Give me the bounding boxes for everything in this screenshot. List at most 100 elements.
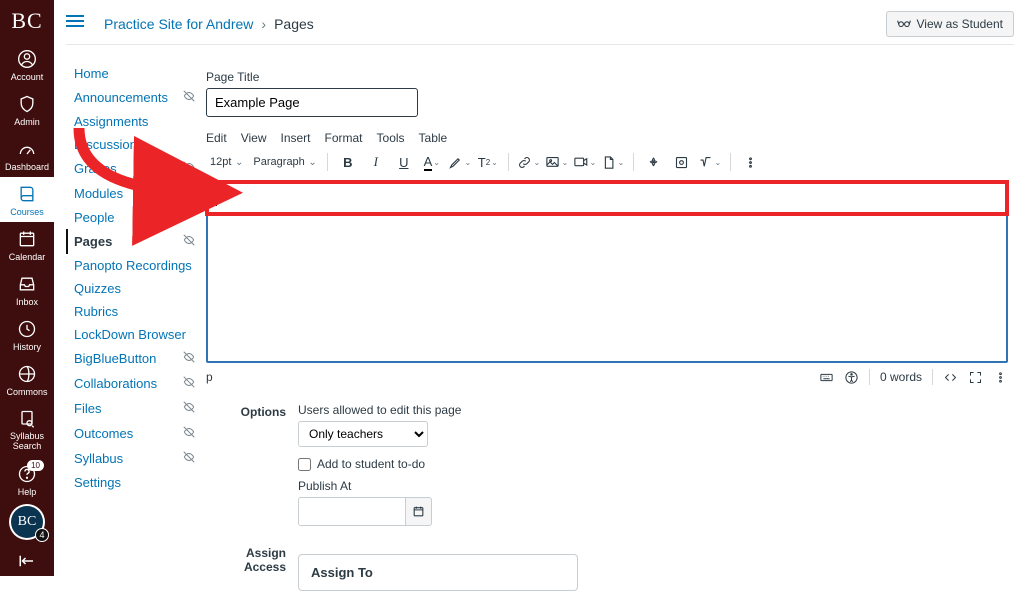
menu-view[interactable]: View: [241, 131, 267, 145]
gauge-icon: [16, 138, 38, 160]
gnav-item-calendar[interactable]: Calendar: [0, 222, 54, 267]
gnav-label: Commons: [6, 387, 47, 397]
collapse-nav-button[interactable]: [0, 554, 54, 568]
media-button[interactable]: [573, 151, 597, 173]
assign-access-card: Assign To: [298, 554, 578, 591]
toggle-course-nav-button[interactable]: [66, 12, 90, 36]
gnav-item-courses[interactable]: Courses: [0, 177, 54, 222]
hidden-icon: [182, 400, 196, 417]
cnav-item-settings[interactable]: Settings: [66, 471, 202, 494]
publish-at-label: Publish At: [298, 479, 461, 493]
cnav-item-quizzes[interactable]: Quizzes: [66, 277, 202, 300]
gnav-item-syllabus-search[interactable]: Syllabus Search: [0, 402, 54, 457]
bold-button[interactable]: B: [336, 151, 360, 173]
cnav-item-syllabus[interactable]: Syllabus: [66, 446, 202, 471]
cnav-item-grades[interactable]: Grades: [66, 156, 202, 181]
gnav-item-commons[interactable]: Commons: [0, 357, 54, 402]
add-todo-checkbox[interactable]: [298, 458, 311, 471]
document-button[interactable]: [601, 151, 625, 173]
link-button[interactable]: [517, 151, 541, 173]
keyboard-shortcuts-button[interactable]: [819, 370, 834, 385]
menu-insert[interactable]: Insert: [280, 131, 310, 145]
menu-edit[interactable]: Edit: [206, 131, 227, 145]
glasses-icon: [897, 17, 911, 31]
breadcrumb: Practice Site for Andrew › Pages: [104, 16, 314, 32]
gnav-label: Syllabus Search: [0, 432, 54, 452]
hidden-icon: [182, 89, 196, 106]
gnav-label: Dashboard: [5, 162, 49, 172]
apps-button[interactable]: [642, 151, 666, 173]
rce-toolbar: 12pt Paragraph B I U A T2: [206, 151, 1008, 173]
user-avatar[interactable]: BC 4: [9, 504, 45, 540]
hidden-icon: [182, 233, 196, 250]
cnav-item-pages[interactable]: Pages: [66, 229, 202, 254]
cnav-item-assignments[interactable]: Assignments: [66, 110, 202, 133]
gnav-label: Admin: [14, 117, 40, 127]
search-doc-icon: [16, 408, 38, 430]
fullscreen-button[interactable]: [968, 370, 983, 385]
users-edit-label: Users allowed to edit this page: [298, 403, 461, 417]
cnav-item-files[interactable]: Files: [66, 396, 202, 421]
highlight-color-button[interactable]: [448, 151, 472, 173]
menu-table[interactable]: Table: [419, 131, 448, 145]
more-options-button[interactable]: [993, 370, 1008, 385]
italic-button[interactable]: I: [364, 151, 388, 173]
gnav-item-help[interactable]: 10 Help: [0, 457, 54, 502]
cnav-item-panopto[interactable]: Panopto Recordings: [66, 254, 202, 277]
view-as-student-button[interactable]: View as Student: [886, 11, 1014, 37]
gnav-item-account[interactable]: Account: [0, 42, 54, 87]
font-size-select[interactable]: 12pt: [206, 154, 245, 170]
breadcrumb-site-link[interactable]: Practice Site for Andrew: [104, 16, 253, 32]
clock-icon: [16, 318, 38, 340]
hidden-icon: [182, 160, 196, 177]
word-count[interactable]: 0 words: [880, 370, 922, 384]
hidden-icon: [182, 185, 196, 202]
image-button[interactable]: [545, 151, 569, 173]
cnav-item-home[interactable]: Home: [66, 62, 202, 85]
more-toolbar-button[interactable]: [739, 151, 763, 173]
cnav-item-modules[interactable]: Modules: [66, 181, 202, 206]
options-label: Options: [206, 403, 298, 526]
equation-button[interactable]: [698, 151, 722, 173]
cnav-item-collaborations[interactable]: Collaborations: [66, 371, 202, 396]
add-todo-label: Add to student to-do: [317, 457, 425, 471]
menu-format[interactable]: Format: [325, 131, 363, 145]
gnav-label: History: [13, 342, 41, 352]
gnav-label: Courses: [10, 207, 44, 217]
assign-to-label: Assign To: [311, 565, 565, 580]
accessibility-checker-button[interactable]: [844, 370, 859, 385]
html-editor-button[interactable]: [943, 370, 958, 385]
user-circle-icon: [16, 48, 38, 70]
cnav-item-discussions[interactable]: Discussions: [66, 133, 202, 156]
editing-roles-select[interactable]: Only teachers: [298, 421, 428, 447]
cnav-item-bigbluebutton[interactable]: BigBlueButton: [66, 346, 202, 371]
gnav-item-inbox[interactable]: Inbox: [0, 267, 54, 312]
hidden-icon: [182, 350, 196, 367]
publish-at-input[interactable]: [298, 497, 406, 526]
cnav-item-rubrics[interactable]: Rubrics: [66, 300, 202, 323]
superscript-button[interactable]: T2: [476, 151, 500, 173]
hidden-icon: [182, 425, 196, 442]
gnav-item-history[interactable]: History: [0, 312, 54, 357]
shield-icon: [16, 93, 38, 115]
publish-at-calendar-button[interactable]: [406, 497, 432, 526]
menu-tools[interactable]: Tools: [377, 131, 405, 145]
block-format-select[interactable]: Paragraph: [249, 154, 318, 170]
cnav-item-outcomes[interactable]: Outcomes: [66, 421, 202, 446]
cnav-item-announcements[interactable]: Announcements: [66, 85, 202, 110]
cnav-item-people[interactable]: People: [66, 206, 202, 229]
element-path[interactable]: p: [206, 370, 213, 384]
gnav-item-admin[interactable]: Admin: [0, 87, 54, 132]
cnav-item-lockdown[interactable]: LockDown Browser: [66, 323, 202, 346]
institution-logo[interactable]: BC: [0, 0, 54, 42]
page-title-input[interactable]: [206, 88, 418, 117]
header-divider: [66, 44, 1014, 45]
gnav-item-dashboard[interactable]: Dashboard: [0, 132, 54, 177]
embed-icon-button[interactable]: [670, 151, 694, 173]
hidden-icon: [182, 450, 196, 467]
chevron-right-icon: ›: [261, 16, 266, 32]
calendar-icon: [16, 228, 38, 250]
rce-content-area[interactable]: [206, 181, 1008, 363]
text-color-button[interactable]: A: [420, 151, 444, 173]
underline-button[interactable]: U: [392, 151, 416, 173]
